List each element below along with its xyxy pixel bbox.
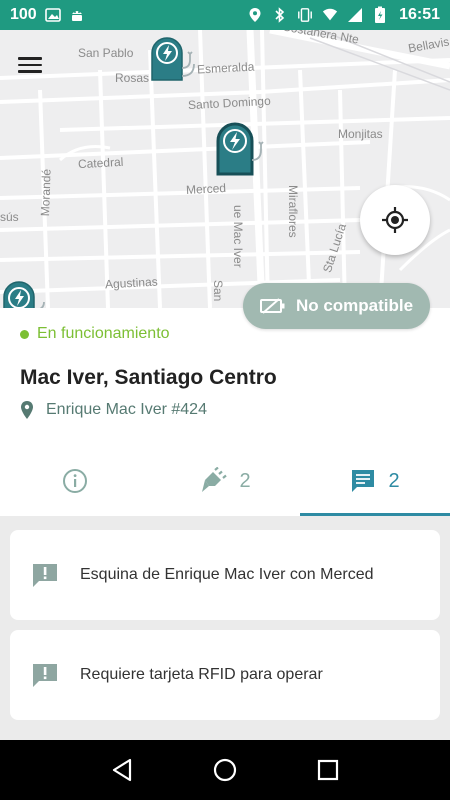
street-label: Monjitas: [338, 127, 383, 141]
station-address-label: Enrique Mac Iver #424: [46, 401, 207, 418]
charging-station-pin[interactable]: [2, 280, 50, 308]
charging-station-icon: [216, 122, 264, 176]
recents-button[interactable]: [313, 755, 343, 785]
station-status: En funcionamiento: [20, 325, 170, 343]
map-view[interactable]: San Pablo Rosas Esmeralda Santo Domingo …: [0, 30, 450, 308]
street-label: Esmeralda: [196, 59, 255, 77]
alert-comment-icon: [33, 664, 57, 687]
charging-station-icon: [151, 37, 195, 81]
status-right: 16:51: [247, 6, 440, 24]
status-dot-icon: [20, 329, 29, 339]
recents-square-icon: [318, 759, 339, 781]
signal-icon: [347, 7, 363, 23]
street-label: Catedral: [77, 154, 124, 172]
back-triangle-icon: [112, 758, 131, 782]
comments-count: 2: [388, 469, 400, 492]
my-location-icon: [382, 207, 408, 233]
street-label: ue Mac Iver: [231, 205, 245, 268]
wifi-icon: [322, 7, 338, 23]
street-label: San Pablo: [78, 46, 134, 60]
comment-card[interactable]: Requiere tarjeta RFID para operar: [10, 630, 440, 720]
charging-station-pin[interactable]: [150, 36, 198, 89]
menu-icon-bar: [18, 57, 42, 60]
status-bar: 100 16:51: [0, 0, 450, 30]
tab-info[interactable]: [0, 446, 150, 516]
navigation-bar: [0, 740, 450, 800]
comment-icon: [352, 470, 375, 492]
street-label: Miraflores: [286, 185, 300, 238]
back-button[interactable]: [107, 755, 137, 785]
plug-connector-icon: [202, 467, 228, 492]
menu-button[interactable]: [18, 52, 48, 78]
compatibility-label: No compatible: [295, 296, 414, 315]
battery-saver-indicator: 100: [10, 6, 37, 23]
compatibility-badge[interactable]: No compatible: [243, 283, 430, 329]
street-label: Morandé: [38, 168, 54, 217]
locate-me-button[interactable]: [360, 185, 430, 255]
station-title: Mac Iver, Santiago Centro: [20, 366, 277, 389]
selected-charging-station-pin[interactable]: [216, 122, 268, 181]
bluetooth-icon: [272, 7, 288, 23]
connectors-count: 2: [239, 469, 251, 492]
android-icon: [69, 7, 85, 23]
home-circle-icon: [213, 758, 237, 782]
status-time: 16:51: [399, 6, 440, 23]
station-address[interactable]: Enrique Mac Iver #424: [20, 400, 207, 420]
battery-incompatible-icon: [259, 298, 285, 314]
tab-comments[interactable]: 2: [300, 446, 450, 516]
status-left: 100: [10, 6, 85, 24]
street-label: Agustinas: [104, 274, 159, 292]
battery-charging-icon: [372, 6, 388, 23]
street-label: Rosas: [115, 71, 150, 85]
charging-station-icon: [3, 281, 45, 308]
comment-card[interactable]: Esquina de Enrique Mac Iver con Merced: [10, 530, 440, 620]
street-label: San: [211, 280, 225, 302]
gallery-icon: [44, 7, 61, 23]
street-label: Merced: [185, 180, 227, 198]
station-tabs: 2 2: [0, 446, 450, 516]
station-status-label: En funcionamiento: [37, 325, 170, 342]
info-icon: [63, 469, 87, 493]
comments-list: Esquina de Enrique Mac Iver con Merced R…: [0, 516, 450, 740]
comment-text: Esquina de Enrique Mac Iver con Merced: [80, 566, 374, 583]
vibrate-icon: [297, 7, 313, 23]
alert-comment-icon: [33, 564, 57, 587]
comment-text: Requiere tarjeta RFID para operar: [80, 666, 323, 683]
menu-icon-bar: [18, 63, 42, 67]
home-button[interactable]: [210, 755, 240, 785]
location-icon: [247, 7, 263, 23]
menu-icon-bar: [18, 70, 42, 73]
street-label: sús: [0, 210, 19, 224]
location-pin-icon: [21, 401, 33, 419]
tab-connectors[interactable]: 2: [150, 446, 300, 516]
